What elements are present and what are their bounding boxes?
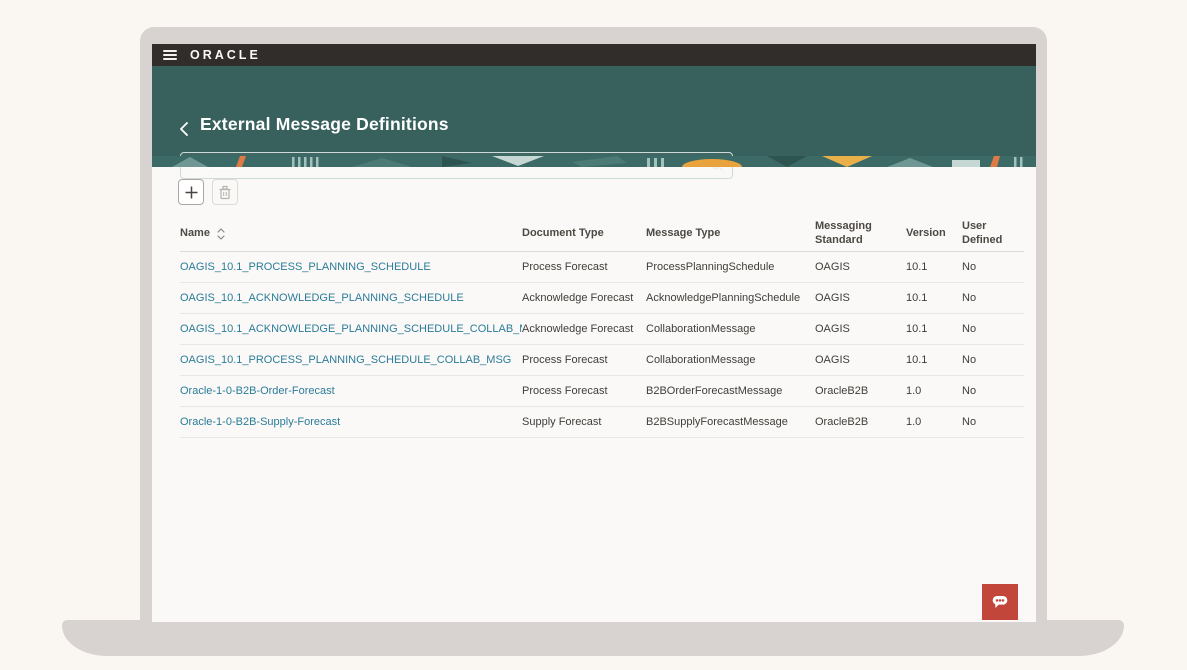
document-type-cell: Acknowledge Forecast <box>522 323 646 335</box>
message-type-cell: B2BSupplyForecastMessage <box>646 416 815 428</box>
message-definition-link[interactable]: OAGIS_10.1_ACKNOWLEDGE_PLANNING_SCHEDULE… <box>180 323 522 335</box>
version-cell: 10.1 <box>906 261 962 273</box>
messaging-standard-cell: OAGIS <box>815 261 906 273</box>
add-button[interactable] <box>178 179 204 205</box>
message-definition-link[interactable]: Oracle-1-0-B2B-Order-Forecast <box>180 385 335 397</box>
user-defined-cell: No <box>962 261 1024 273</box>
app-window: ORACLE External Message Definitions <box>152 44 1036 622</box>
table-row: Oracle-1-0-B2B-Supply-Forecast Supply Fo… <box>180 407 1024 438</box>
version-cell: 10.1 <box>906 323 962 335</box>
message-type-cell: CollaborationMessage <box>646 354 815 366</box>
version-cell: 10.1 <box>906 354 962 366</box>
document-type-cell: Process Forecast <box>522 385 646 397</box>
table-row: OAGIS_10.1_ACKNOWLEDGE_PLANNING_SCHEDULE… <box>180 283 1024 314</box>
version-cell: 1.0 <box>906 385 962 397</box>
table-row: OAGIS_10.1_PROCESS_PLANNING_SCHEDULE_COL… <box>180 345 1024 376</box>
chat-bubble-icon <box>988 590 1012 614</box>
top-app-bar: ORACLE <box>152 44 1036 66</box>
laptop-screen-bezel: ORACLE External Message Definitions <box>140 27 1047 622</box>
messaging-standard-cell: OracleB2B <box>815 416 906 428</box>
message-type-cell: B2BOrderForecastMessage <box>646 385 815 397</box>
table-header-row: Name Document Type Message Type Messagin… <box>180 216 1024 252</box>
user-defined-cell: No <box>962 385 1024 397</box>
decorative-banner <box>152 156 1036 167</box>
delete-button[interactable] <box>212 179 238 205</box>
messaging-standard-cell: OAGIS <box>815 323 906 335</box>
document-type-cell: Acknowledge Forecast <box>522 292 646 304</box>
user-defined-cell: No <box>962 292 1024 304</box>
laptop-base <box>62 620 1124 656</box>
column-header-messaging-standard: Messaging Standard <box>815 220 906 248</box>
back-arrow-icon[interactable] <box>178 121 192 137</box>
table-row: OAGIS_10.1_ACKNOWLEDGE_PLANNING_SCHEDULE… <box>180 314 1024 345</box>
hamburger-menu-icon[interactable] <box>163 50 177 60</box>
column-header-user-defined: User Defined <box>962 220 1024 248</box>
page-header: External Message Definitions <box>152 66 1036 156</box>
document-type-cell: Process Forecast <box>522 354 646 366</box>
messaging-standard-cell: OAGIS <box>815 354 906 366</box>
messaging-standard-cell: OracleB2B <box>815 385 906 397</box>
user-defined-cell: No <box>962 416 1024 428</box>
column-header-message-type: Message Type <box>646 227 815 241</box>
plus-icon <box>184 185 199 200</box>
document-type-cell: Supply Forecast <box>522 416 646 428</box>
message-definition-link[interactable]: OAGIS_10.1_ACKNOWLEDGE_PLANNING_SCHEDULE <box>180 292 464 304</box>
feedback-button[interactable] <box>982 584 1018 620</box>
column-header-name[interactable]: Name <box>180 227 522 241</box>
version-cell: 10.1 <box>906 292 962 304</box>
document-type-cell: Process Forecast <box>522 261 646 273</box>
trash-icon <box>218 185 232 200</box>
message-type-cell: AcknowledgePlanningSchedule <box>646 292 815 304</box>
column-header-document-type: Document Type <box>522 227 646 241</box>
user-defined-cell: No <box>962 323 1024 335</box>
version-cell: 1.0 <box>906 416 962 428</box>
sort-icon[interactable] <box>217 228 225 240</box>
user-defined-cell: No <box>962 354 1024 366</box>
message-type-cell: CollaborationMessage <box>646 323 815 335</box>
table-row: OAGIS_10.1_PROCESS_PLANNING_SCHEDULE Pro… <box>180 252 1024 283</box>
table-row: Oracle-1-0-B2B-Order-Forecast Process Fo… <box>180 376 1024 407</box>
messaging-standard-cell: OAGIS <box>815 292 906 304</box>
column-header-version: Version <box>906 227 962 241</box>
page-title: External Message Definitions <box>200 114 449 135</box>
oracle-logo: ORACLE <box>190 49 261 62</box>
message-definition-link[interactable]: Oracle-1-0-B2B-Supply-Forecast <box>180 416 340 428</box>
message-definitions-table: Name Document Type Message Type Messagin… <box>180 216 1024 438</box>
message-type-cell: ProcessPlanningSchedule <box>646 261 815 273</box>
message-definition-link[interactable]: OAGIS_10.1_PROCESS_PLANNING_SCHEDULE_COL… <box>180 354 511 366</box>
message-definition-link[interactable]: OAGIS_10.1_PROCESS_PLANNING_SCHEDULE <box>180 261 431 273</box>
